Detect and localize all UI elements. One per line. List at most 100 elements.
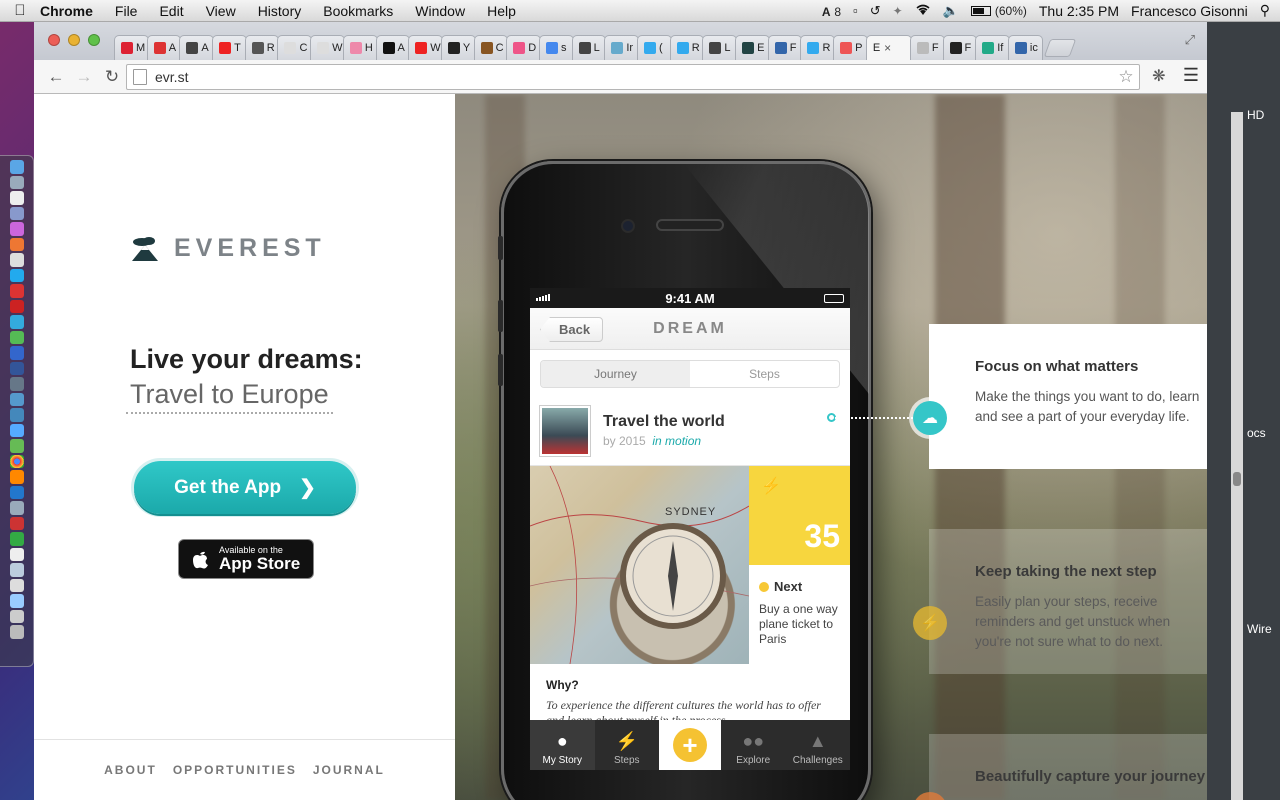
- browser-tab-8[interactable]: A: [375, 35, 411, 60]
- close-window-button[interactable]: [48, 34, 60, 46]
- browser-tab-0[interactable]: M: [114, 35, 149, 60]
- dream-story-row[interactable]: Travel the world by 2015 in motion: [530, 396, 850, 466]
- menu-view[interactable]: View: [195, 3, 247, 19]
- footer-link-journal[interactable]: JOURNAL: [313, 763, 385, 777]
- footer-link-about[interactable]: ABOUT: [104, 763, 157, 777]
- browser-tab-19[interactable]: E: [735, 35, 770, 60]
- apple-menu-icon[interactable]: : [0, 2, 40, 19]
- zoom-window-button[interactable]: [88, 34, 100, 46]
- browser-tab-10[interactable]: Y: [440, 35, 476, 60]
- menu-bookmarks[interactable]: Bookmarks: [312, 3, 404, 19]
- app-icon-6[interactable]: [9, 563, 24, 577]
- xcode-icon[interactable]: [9, 377, 24, 391]
- tool-icon[interactable]: [9, 392, 24, 406]
- fullscreen-icon[interactable]: ⤢: [1185, 32, 1195, 48]
- close-tab-icon[interactable]: ×: [884, 41, 891, 55]
- app-store-badge[interactable]: Available on the App Store: [178, 539, 314, 579]
- itunes-icon[interactable]: [9, 222, 24, 236]
- browser-tab-6[interactable]: W: [310, 35, 345, 60]
- time-machine-icon[interactable]: ↺: [870, 3, 881, 19]
- menu-history[interactable]: History: [247, 3, 313, 19]
- reload-button[interactable]: ↻: [98, 67, 126, 87]
- minimize-window-button[interactable]: [68, 34, 80, 46]
- browser-tab-17[interactable]: R: [669, 35, 705, 60]
- app-icon-5[interactable]: [9, 516, 24, 530]
- photo-icon[interactable]: [9, 253, 24, 267]
- browser-tab-16[interactable]: (: [637, 35, 672, 60]
- segment-steps[interactable]: Steps: [690, 361, 839, 387]
- menu-file[interactable]: File: [104, 3, 149, 19]
- browser-tab-20[interactable]: F: [767, 35, 803, 60]
- browser-tab-12[interactable]: D: [506, 35, 541, 60]
- browser-tab-after-1[interactable]: F: [942, 35, 978, 60]
- browser-tab-7[interactable]: H: [342, 35, 378, 60]
- everest-logo[interactable]: EVEREST: [130, 234, 326, 263]
- browser-tab-21[interactable]: R: [800, 35, 836, 60]
- mail-icon[interactable]: [9, 191, 24, 205]
- back-button[interactable]: ←: [42, 67, 70, 87]
- tab-challenges[interactable]: ▲ Challenges: [786, 720, 851, 770]
- address-bar[interactable]: ☆: [126, 64, 1140, 90]
- browser-tab-15[interactable]: Ir: [604, 35, 639, 60]
- word-icon[interactable]: [9, 361, 24, 375]
- tweetdeck-icon[interactable]: [9, 315, 24, 329]
- app-icon-4[interactable]: [9, 501, 24, 515]
- calendar-icon[interactable]: [9, 284, 24, 298]
- browser-tab-after-0[interactable]: F: [909, 35, 945, 60]
- app-icon-3[interactable]: [9, 439, 24, 453]
- map-compass-photo[interactable]: SYDNEY: [530, 466, 749, 664]
- browser-tab-11[interactable]: C: [473, 35, 509, 60]
- new-tab-button[interactable]: [1043, 39, 1076, 57]
- photoshop-icon[interactable]: [9, 485, 24, 499]
- menu-edit[interactable]: Edit: [148, 3, 194, 19]
- browser-tab-14[interactable]: L: [571, 35, 607, 60]
- segment-journey[interactable]: Journey: [541, 361, 690, 387]
- get-the-app-button[interactable]: Get the App ❯: [134, 461, 356, 514]
- browser-tab-13[interactable]: s: [538, 35, 574, 60]
- tab-steps[interactable]: ⚡ Steps: [595, 720, 660, 770]
- user-name[interactable]: Francesco Gisonni: [1131, 3, 1248, 19]
- skype-icon[interactable]: [9, 268, 24, 282]
- chrome-dock-icon[interactable]: [9, 454, 24, 468]
- finder-icon[interactable]: [9, 160, 24, 174]
- illustrator-icon[interactable]: [9, 470, 24, 484]
- doc-icon[interactable]: [9, 547, 24, 561]
- browser-tab-after-3[interactable]: ic: [1007, 35, 1043, 60]
- dreamweaver-icon[interactable]: [9, 532, 24, 546]
- next-step-card[interactable]: Next Buy a one way plane ticket to Paris: [749, 565, 850, 647]
- browser-tab-18[interactable]: L: [702, 35, 738, 60]
- forward-button[interactable]: →: [70, 67, 98, 87]
- browser-tab-9[interactable]: W: [408, 35, 443, 60]
- spotlight-icon[interactable]: ⚲: [1260, 2, 1270, 19]
- peek-scroll-thumb[interactable]: [1233, 472, 1241, 486]
- tab-my-story[interactable]: ● My Story: [530, 720, 595, 770]
- menu-help[interactable]: Help: [476, 3, 527, 19]
- volume-icon[interactable]: 🔈: [943, 3, 959, 19]
- browser-tab-after-2[interactable]: If: [975, 35, 1010, 60]
- menu-app-name[interactable]: Chrome: [40, 3, 104, 19]
- app-icon-8[interactable]: [9, 594, 24, 608]
- browser-tab-1[interactable]: A: [146, 35, 182, 60]
- trash-icon[interactable]: [9, 625, 24, 639]
- browser-tab-3[interactable]: T: [212, 35, 247, 60]
- add-button[interactable]: +: [659, 720, 721, 770]
- pse-icon[interactable]: [9, 346, 24, 360]
- url-input[interactable]: [155, 69, 1113, 85]
- battery-icon[interactable]: (60%): [970, 4, 1027, 18]
- adobe-status-icon[interactable]: A 8: [822, 3, 841, 19]
- app-icon-9[interactable]: [9, 609, 24, 623]
- evernote-icon[interactable]: ▫: [853, 3, 858, 18]
- browser-tab-active[interactable]: E ×: [865, 35, 912, 60]
- safari-icon[interactable]: [9, 175, 24, 189]
- dream-subline[interactable]: Travel to Europe: [126, 379, 333, 414]
- app-icon-7[interactable]: [9, 578, 24, 592]
- peek-scrollbar[interactable]: [1231, 112, 1243, 800]
- wifi-icon[interactable]: [915, 3, 931, 19]
- clock[interactable]: Thu 2:35 PM: [1039, 3, 1119, 19]
- extension-icon[interactable]: ❋: [1149, 66, 1169, 86]
- browser-tab-22[interactable]: P: [833, 35, 868, 60]
- browser-tab-5[interactable]: C: [277, 35, 313, 60]
- footer-link-opportunities[interactable]: OPPORTUNITIES: [173, 763, 297, 777]
- app-back-button[interactable]: Back: [540, 317, 604, 342]
- evernote-dock-icon[interactable]: [9, 330, 24, 344]
